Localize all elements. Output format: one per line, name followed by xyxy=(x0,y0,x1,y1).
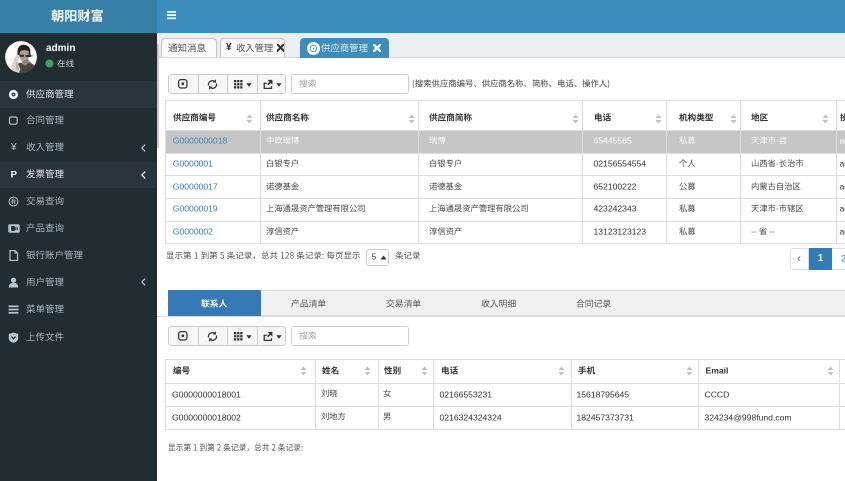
svg-text:R: R xyxy=(12,199,17,206)
